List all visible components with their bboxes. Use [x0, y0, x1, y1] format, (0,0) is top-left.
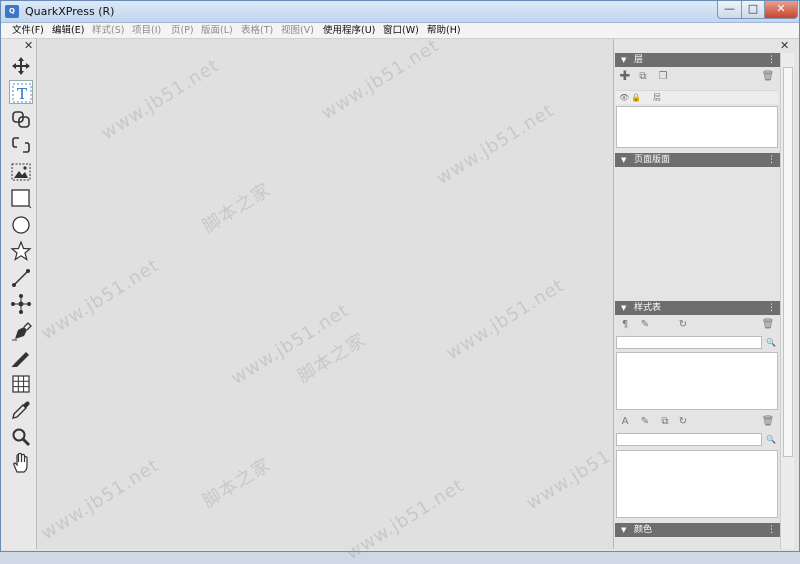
delete-icon[interactable]: 🗑: [761, 70, 775, 84]
layers-list[interactable]: [616, 106, 778, 148]
layers-panel-title: 层: [634, 55, 644, 65]
text-unlinking-tool-icon[interactable]: [9, 133, 33, 157]
panel-menu-icon[interactable]: ⋮: [767, 523, 776, 537]
layer-name: 层: [653, 93, 661, 102]
edit-icon[interactable]: ✎: [638, 318, 652, 332]
palettes-dock: ✕ ▼ 层 ⋮ ✚ ⧉ ❐ 🗑 👁 🔒 层 ▼ 页面版面 ⋮ ▼ 样式表 ⋮ ¶…: [613, 39, 799, 549]
character-styles-list[interactable]: [616, 450, 778, 518]
eyedropper-tool-icon[interactable]: [9, 398, 33, 422]
menu-window[interactable]: 窗口(W): [383, 24, 419, 38]
menu-table[interactable]: 表格(T): [241, 24, 273, 38]
watermark-url: www.jb51.net: [432, 99, 559, 190]
starburst-tool-icon[interactable]: [9, 239, 33, 263]
character-style-search-field[interactable]: [616, 433, 762, 446]
refresh-icon[interactable]: ↻: [676, 415, 690, 429]
collapse-arrow-icon[interactable]: ▼: [621, 53, 626, 67]
bezier-tool-icon[interactable]: [9, 292, 33, 316]
panel-menu-icon[interactable]: ⋮: [767, 301, 776, 315]
search-icon[interactable]: 🔍: [766, 435, 776, 444]
merge-icon[interactable]: ❐: [656, 70, 670, 84]
watermark-site: 脚本之家: [199, 454, 275, 513]
paragraph-style-search-field[interactable]: [616, 336, 762, 349]
colors-panel-header[interactable]: ▼ 颜色 ⋮: [615, 523, 780, 537]
panel-menu-icon[interactable]: ⋮: [767, 53, 776, 67]
refresh-icon[interactable]: ↻: [676, 318, 690, 332]
edit-icon[interactable]: ✎: [638, 415, 652, 429]
add-icon[interactable]: ✚: [618, 70, 632, 84]
eye-icon[interactable]: 👁: [619, 91, 629, 105]
menu-item[interactable]: 项目(I): [132, 24, 161, 38]
watermark-url: www.jb51.net: [442, 274, 569, 365]
style-sheets-panel-title: 样式表: [634, 303, 662, 313]
close-button[interactable]: ✕: [764, 1, 798, 19]
picture-content-tool-icon[interactable]: [9, 160, 33, 184]
oval-box-tool-icon[interactable]: [9, 213, 33, 237]
delete-icon[interactable]: 🗑: [761, 415, 775, 429]
page-layout-panel-header[interactable]: ▼ 页面版面 ⋮: [615, 153, 780, 167]
quarkxpress-icon: Q: [5, 5, 19, 18]
menu-view[interactable]: 视图(V): [281, 24, 314, 38]
duplicate-icon[interactable]: ⧉: [658, 415, 672, 429]
collapse-arrow-icon[interactable]: ▼: [621, 153, 626, 167]
pan-tool-icon[interactable]: [9, 451, 33, 475]
freehand-tool-icon[interactable]: [9, 345, 33, 369]
document-workspace[interactable]: www.jb51.net www.jb51.net www.jb51.net 脚…: [37, 35, 648, 564]
lock-icon[interactable]: 🔒: [631, 91, 641, 105]
duplicate-icon[interactable]: ⧉: [636, 70, 650, 84]
paragraph-styles-list[interactable]: [616, 352, 778, 410]
text-linking-tool-icon[interactable]: [9, 107, 33, 131]
pen-tool-icon[interactable]: [9, 319, 33, 343]
colors-panel-title: 颜色: [634, 525, 653, 535]
delete-icon[interactable]: 🗑: [761, 318, 775, 332]
menu-file[interactable]: 文件(F): [12, 24, 44, 38]
close-icon[interactable]: ✕: [780, 39, 789, 52]
search-icon[interactable]: 🔍: [766, 338, 776, 347]
panel-menu-icon[interactable]: ⋮: [767, 153, 776, 167]
watermark-url: www.jb51.net: [342, 474, 469, 564]
layer-row[interactable]: 👁 🔒 层: [616, 90, 778, 104]
watermark-url: www.jb51.net: [317, 34, 444, 125]
watermark-url: www.jb51.net: [37, 454, 164, 545]
new-style-icon[interactable]: ¶: [618, 318, 632, 332]
watermark-url: www.jb51.net: [37, 254, 164, 345]
menu-edit[interactable]: 编辑(E): [52, 24, 84, 38]
dock-scrollbar[interactable]: [780, 53, 794, 549]
watermark-site: 脚本之家: [199, 179, 275, 238]
new-char-style-icon[interactable]: A: [618, 415, 632, 429]
menu-layout[interactable]: 版面(L): [201, 24, 233, 38]
scrollbar-thumb[interactable]: [783, 67, 793, 457]
rectangle-box-tool-icon[interactable]: [9, 186, 33, 210]
menu-page[interactable]: 页(P): [171, 24, 194, 38]
style-sheets-panel-header[interactable]: ▼ 样式表 ⋮: [615, 301, 780, 315]
line-tool-icon[interactable]: [9, 266, 33, 290]
table-tool-icon[interactable]: [9, 372, 33, 396]
svg-text:T: T: [17, 85, 27, 103]
move-tool-icon[interactable]: [9, 54, 33, 78]
menu-style[interactable]: 样式(S): [92, 24, 124, 38]
text-content-tool-icon[interactable]: T: [9, 80, 33, 104]
page-layout-panel-title: 页面版面: [634, 155, 671, 165]
collapse-arrow-icon[interactable]: ▼: [621, 301, 626, 315]
window-title: QuarkXPress (R): [25, 5, 115, 18]
zoom-tool-icon[interactable]: [9, 425, 33, 449]
collapse-arrow-icon[interactable]: ▼: [621, 523, 626, 537]
title-bar: Q QuarkXPress (R) — □ ✕: [1, 1, 799, 23]
maximize-button[interactable]: □: [741, 1, 765, 19]
tools-palette: ✕ T: [1, 39, 37, 549]
application-window: Q QuarkXPress (R) — □ ✕ 文件(F) 编辑(E) 样式(S…: [0, 0, 800, 564]
watermark-url: www.jb51.net: [97, 54, 224, 145]
close-icon[interactable]: ✕: [24, 39, 33, 52]
minimize-button[interactable]: —: [717, 1, 742, 19]
menu-utilities[interactable]: 使用程序(U): [323, 24, 375, 38]
menu-bar: 文件(F) 编辑(E) 样式(S) 项目(I) 页(P) 版面(L) 表格(T)…: [1, 23, 799, 39]
layers-panel-header[interactable]: ▼ 层 ⋮: [615, 53, 780, 67]
